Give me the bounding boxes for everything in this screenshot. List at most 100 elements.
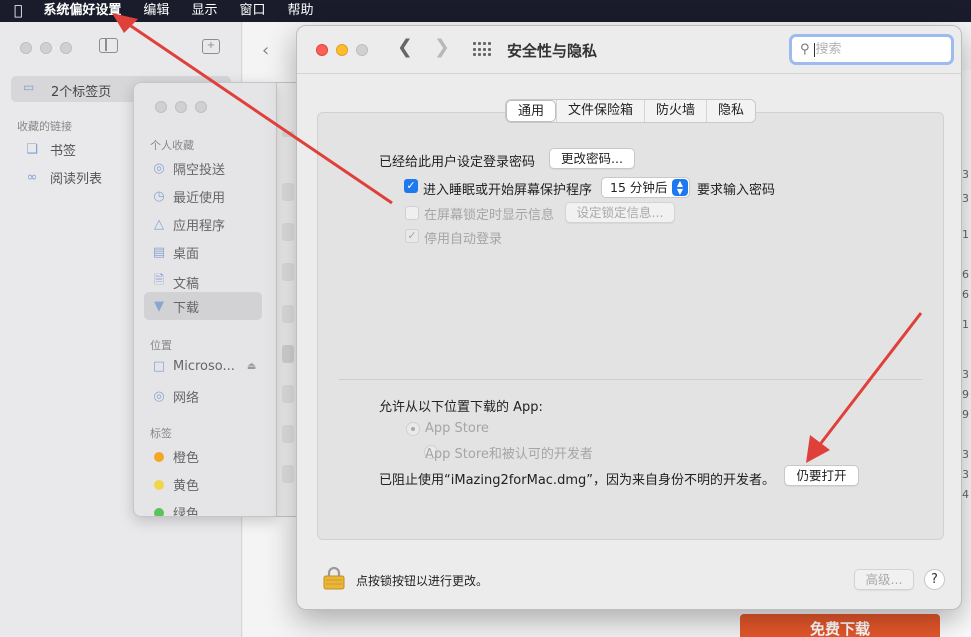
tab-firewall[interactable]: 防火墙: [644, 100, 706, 122]
require-password-suffix: 要求输入密码: [697, 183, 776, 198]
change-password-button[interactable]: 更改密码...: [549, 148, 635, 169]
airdrop-icon: ◎: [153, 161, 165, 176]
show-all-grid-icon[interactable]: [473, 42, 491, 57]
airdrop-label: 隔空投送: [173, 163, 226, 178]
sidebar-item-microsoft[interactable]: □ Microso... ⏏: [151, 359, 257, 374]
delay-value: 15 分钟后: [610, 180, 668, 195]
reading-list-icon: ∞: [26, 170, 38, 185]
tag-label: 黄色: [173, 479, 200, 494]
applications-label: 应用程序: [173, 219, 226, 234]
zoom-icon[interactable]: [60, 42, 72, 54]
minimize-icon[interactable]: [175, 101, 187, 113]
tab-overview-icon[interactable]: +: [202, 39, 220, 54]
tag-label: 橙色: [173, 451, 200, 466]
sidebar-item-downloads[interactable]: ▼ 下载: [144, 292, 262, 320]
right-number: 6: [962, 268, 969, 281]
show-message-label: 在屏幕锁定时显示信息: [424, 208, 555, 223]
sidebar-item-airdrop[interactable]: ◎ 隔空投送: [151, 159, 225, 178]
desktop-icon: ▤: [152, 245, 166, 260]
sidebar-item-applications[interactable]: △ 应用程序: [151, 215, 225, 234]
applications-icon: △: [154, 217, 164, 232]
microsoft-label: Microso...: [173, 359, 235, 374]
back-icon[interactable]: ‹: [262, 40, 269, 61]
tag-green[interactable]: 绿色: [151, 503, 200, 517]
locations-header: 位置: [150, 339, 172, 352]
tag-yellow[interactable]: 黄色: [151, 475, 199, 494]
blocked-app-message: 已阻止使用“iMazing2forMac.dmg”，因为来自身份不明的开发者。: [379, 473, 775, 488]
right-number: 3: [962, 192, 969, 205]
globe-icon: ◎: [153, 389, 165, 404]
tab-filevault[interactable]: 文件保险箱: [556, 100, 644, 122]
network-label: 网络: [173, 391, 200, 406]
laptop-icon: ▭: [23, 80, 35, 94]
app-store-option-label: App Store: [425, 421, 489, 436]
disable-autologin-label: 停用自动登录: [424, 232, 503, 247]
sidebar-item-bookmarks[interactable]: ❏ 书签: [24, 140, 76, 159]
back-icon[interactable]: ❮: [397, 36, 413, 58]
tab-group-label: 2个标签页: [51, 85, 112, 100]
open-anyway-button[interactable]: 仍要打开: [784, 465, 859, 486]
lock-hint-label: 点按锁按钮以进行更改。: [356, 574, 489, 588]
sidebar-item-network[interactable]: ◎ 网络: [151, 387, 199, 406]
close-icon[interactable]: [20, 42, 32, 54]
document-icon: 🗎: [153, 273, 165, 288]
forward-icon[interactable]: ❯: [434, 36, 450, 58]
minimize-icon[interactable]: [336, 44, 348, 56]
disable-autologin-checkbox[interactable]: ✓: [405, 229, 419, 243]
apple-menu-icon[interactable]: : [0, 0, 32, 22]
browser-traffic-lights: [20, 42, 72, 54]
download-button[interactable]: 免费下载: [740, 614, 940, 637]
clock-icon: ◷: [153, 189, 165, 204]
sidebar-item-documents[interactable]: 🗎 文稿: [151, 271, 199, 293]
menu-bar:  系统偏好设置 编辑 显示 窗口 帮助: [0, 0, 971, 22]
menu-help[interactable]: 帮助: [276, 0, 324, 22]
tab-bar: 通用 文件保险箱 防火墙 隐私: [505, 99, 757, 123]
help-button[interactable]: ?: [924, 569, 945, 590]
tab-general[interactable]: 通用: [506, 100, 557, 122]
set-lock-message-button[interactable]: 设定锁定信息...: [565, 202, 675, 223]
reading-list-label: 阅读列表: [50, 172, 103, 187]
tag-orange[interactable]: 橙色: [151, 447, 199, 466]
advanced-button[interactable]: 高级...: [854, 569, 914, 590]
favorites-header: 个人收藏: [150, 139, 194, 152]
right-number: 3: [962, 168, 969, 181]
menu-window[interactable]: 窗口: [228, 0, 276, 22]
documents-label: 文稿: [173, 276, 200, 292]
desktop-label: 桌面: [173, 247, 200, 262]
sidebar-toggle-icon[interactable]: [99, 38, 118, 53]
right-number: 9: [962, 388, 969, 401]
lock-icon[interactable]: [323, 566, 345, 590]
right-number: 3: [962, 448, 969, 461]
downloads-label: 下载: [173, 300, 200, 316]
tag-label: 绿色: [173, 507, 200, 517]
menu-view[interactable]: 显示: [180, 0, 228, 22]
download-icon: ▼: [154, 298, 164, 314]
tab-privacy[interactable]: 隐私: [706, 100, 755, 122]
eject-icon[interactable]: ⏏: [247, 361, 256, 372]
sidebar-item-recents[interactable]: ◷ 最近使用: [151, 187, 225, 206]
sidebar-item-reading-list[interactable]: ∞ 阅读列表: [24, 168, 102, 187]
minimize-icon[interactable]: [40, 42, 52, 54]
menu-edit[interactable]: 编辑: [132, 0, 180, 22]
zoom-icon[interactable]: [195, 101, 207, 113]
search-field[interactable]: ⚲ 搜索: [789, 34, 954, 65]
zoom-icon[interactable]: [356, 44, 368, 56]
close-icon[interactable]: [316, 44, 328, 56]
right-number: 3: [962, 368, 969, 381]
right-number: 1: [962, 318, 969, 331]
allow-apps-label: 允许从以下位置下载的 App:: [379, 400, 543, 415]
close-icon[interactable]: [155, 101, 167, 113]
orange-dot-icon: [154, 451, 164, 462]
menu-system-preferences[interactable]: 系统偏好设置: [32, 0, 132, 22]
finder-window: 个人收藏 ◎ 隔空投送 ◷ 最近使用 △ 应用程序 ▤ 桌面 🗎 文稿 ▼ 下载…: [133, 82, 277, 517]
app-store-identified-option-label: App Store和被认可的开发者: [425, 447, 593, 462]
password-set-label: 已经给此用户设定登录密码: [379, 155, 536, 170]
right-number: 4: [962, 488, 969, 501]
show-message-checkbox[interactable]: [405, 206, 419, 220]
require-password-checkbox[interactable]: ✓: [404, 179, 418, 193]
sidebar-item-desktop[interactable]: ▤ 桌面: [151, 243, 199, 262]
right-number: 3: [962, 468, 969, 481]
require-password-delay-popup[interactable]: 15 分钟后 ▲ ▼: [601, 177, 690, 198]
tags-header: 标签: [150, 427, 172, 440]
app-store-radio[interactable]: [406, 422, 420, 436]
